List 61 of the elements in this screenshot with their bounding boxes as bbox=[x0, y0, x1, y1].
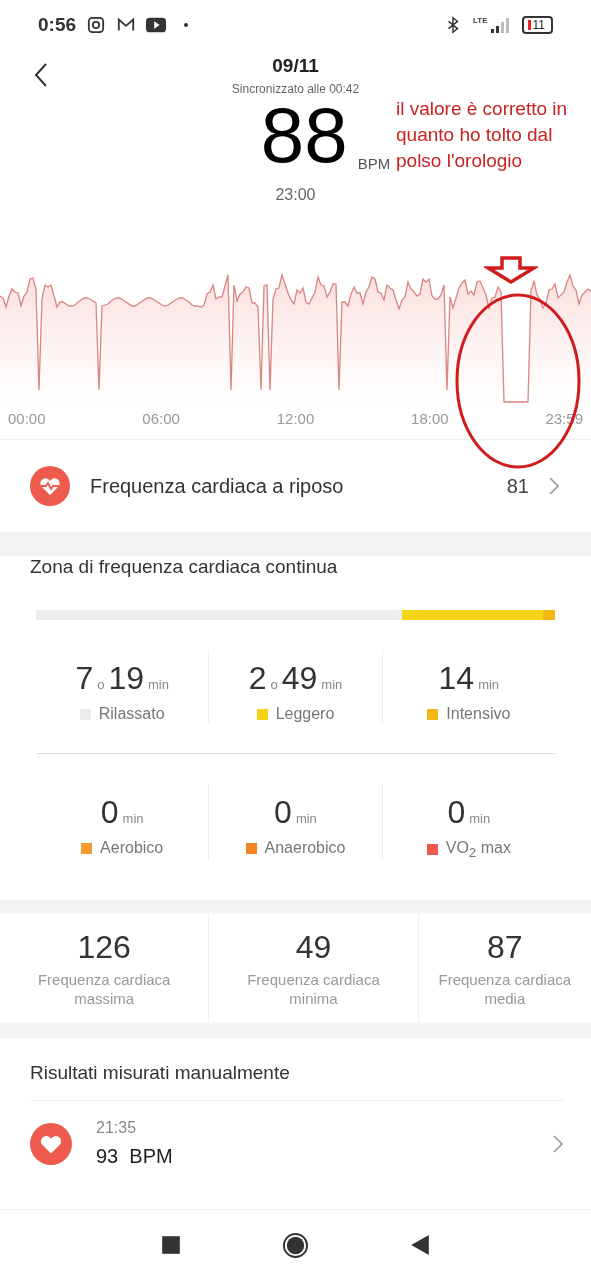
stat-label: Frequenza cardiaca minima bbox=[246, 969, 381, 1008]
sync-text: Sincronizzato alle 00:42 bbox=[231, 82, 360, 96]
duration-number: 7 bbox=[75, 660, 94, 697]
zone-label: Aerobico bbox=[100, 839, 164, 857]
instagram-icon bbox=[86, 16, 107, 34]
zone-label: Intensivo bbox=[446, 705, 511, 723]
stat-label: Frequenza cardiaca massima bbox=[36, 969, 172, 1008]
chevron-icon bbox=[553, 1134, 563, 1153]
chevron-icon bbox=[549, 477, 559, 495]
stat-value: 49 bbox=[295, 928, 332, 966]
duration-unit: min bbox=[122, 811, 144, 826]
measurement-row[interactable]: 21:35 93 BPM bbox=[30, 1101, 563, 1169]
duration-number: 0 bbox=[100, 794, 119, 831]
zone-label: VO$_{2}$ max bbox=[445, 839, 511, 861]
axis-label: 12:00 bbox=[276, 410, 315, 427]
measurement-value: 93 BPM bbox=[96, 1145, 174, 1169]
battery-indicator: 11 bbox=[521, 16, 553, 34]
dot-icon bbox=[184, 23, 189, 27]
duration-unit: min bbox=[295, 811, 317, 826]
measurement-time: 21:35 bbox=[96, 1119, 138, 1138]
recents-button[interactable] bbox=[160, 1234, 182, 1256]
down-arrow-icon bbox=[484, 256, 538, 284]
duration-unit: min bbox=[478, 677, 500, 692]
heart-rate-icon bbox=[30, 466, 70, 506]
signal-icon bbox=[489, 17, 512, 33]
duration-number: 0 bbox=[274, 794, 292, 831]
resting-rate-value: 81 bbox=[506, 474, 529, 498]
axis-label: 18:00 bbox=[411, 410, 449, 427]
heart-rate-value: 88 bbox=[260, 96, 348, 174]
duration-unit: min bbox=[469, 811, 491, 826]
zone-label: Leggero bbox=[275, 705, 335, 723]
duration-number: 0 bbox=[447, 794, 466, 831]
annotation-text: il valore è corretto in quanto ho tolto dal polso l'orologio bbox=[396, 97, 569, 173]
duration-number: 2 bbox=[248, 660, 267, 697]
duration-unit: o bbox=[97, 677, 105, 692]
axis-label: 06:00 bbox=[142, 410, 180, 427]
duration-unit: min bbox=[148, 677, 169, 692]
status-time: 0:56 bbox=[38, 14, 77, 36]
zone-label: Rilassato bbox=[98, 705, 165, 723]
resting-rate-row[interactable]: Frequenza cardiaca a riposo 81 bbox=[0, 439, 591, 532]
duration-unit: o bbox=[270, 677, 278, 692]
zone-label: Anaerobico bbox=[264, 839, 346, 857]
axis-label: 00:00 bbox=[8, 410, 46, 427]
zones-title: Zona di frequenza cardiaca continua bbox=[30, 556, 339, 578]
time-label: 23:00 bbox=[275, 186, 316, 204]
stat-value: 126 bbox=[77, 928, 131, 966]
video-icon bbox=[146, 16, 167, 34]
manual-title: Risultati misurati manualmente bbox=[30, 1038, 563, 1102]
network-label: LTE bbox=[473, 15, 488, 25]
back-nav-button[interactable] bbox=[409, 1234, 431, 1256]
duration-number: 19 bbox=[108, 660, 144, 697]
duration-number: 14 bbox=[438, 660, 475, 697]
back-button[interactable] bbox=[34, 62, 48, 88]
stat-value: 87 bbox=[487, 928, 523, 966]
date-title: 09/11 bbox=[272, 55, 319, 77]
duration-number: 49 bbox=[281, 660, 318, 697]
home-button[interactable] bbox=[282, 1231, 309, 1259]
stat-label: Frequenza cardiaca media bbox=[437, 969, 573, 1008]
duration-unit: min bbox=[321, 677, 343, 692]
bpm-unit: BPM bbox=[357, 155, 391, 172]
resting-rate-label: Frequenza cardiaca a riposo bbox=[90, 474, 345, 498]
